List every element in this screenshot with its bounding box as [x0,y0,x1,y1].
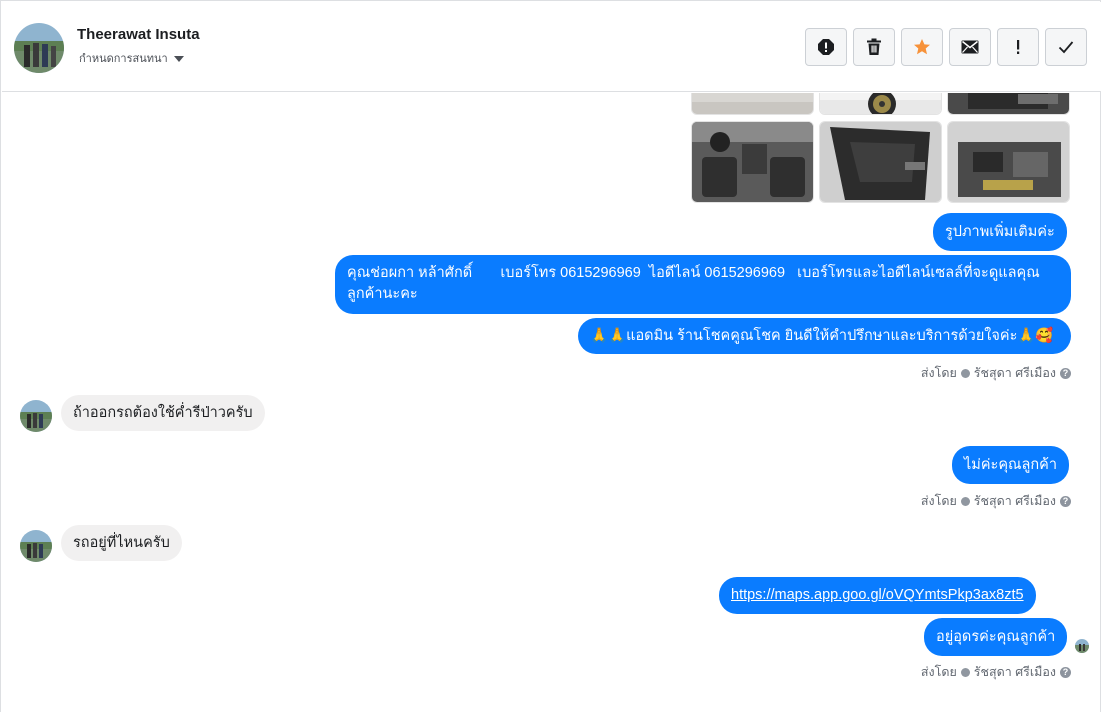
conversation-panel: Theerawat Insuta กำหนดการสนทนา รูปภาพเพิ… [0,0,1101,712]
message-text: ถ้าออกรถต้องใช้ค่ำรีป่าวครับ [73,404,253,421]
report-spam-icon [817,38,835,56]
message-bubble-outgoing[interactable]: คุณช่อผกา หล้าศักดิ์ เบอร์โทร 0615296969… [335,255,1071,314]
sent-by-prefix: ส่งโดย [920,494,957,508]
mark-done-button[interactable] [1045,28,1087,66]
sent-by-agent: รัชสุดา ศรีเมือง [973,366,1056,380]
message-bubble-outgoing[interactable]: ไม่ค่ะคุณลูกค้า [952,446,1069,484]
trash-icon [866,38,882,56]
agent-status-icon [960,496,970,506]
check-icon [1058,40,1074,54]
map-link[interactable]: https://maps.app.goo.gl/oVQYmtsPkp3ax8zt… [731,585,1024,606]
photo-attachment[interactable] [819,93,942,115]
message-text: คุณช่อผกา หล้าศักดิ์ เบอร์โทร 0615296969… [347,265,1040,302]
seen-avatar [1075,639,1089,653]
help-icon[interactable]: ? [1060,367,1071,379]
message-text: รูปภาพเพิ่มเติมค่ะ [945,223,1055,240]
sent-by-agent: รัชสุดา ศรีเมือง [973,665,1056,679]
message-bubble-outgoing[interactable]: รูปภาพเพิ่มเติมค่ะ [933,213,1067,251]
conversation-header: Theerawat Insuta กำหนดการสนทนา [2,2,1101,92]
star-icon [913,38,931,56]
photo-attachment[interactable] [691,121,814,203]
message-text: ไม่ค่ะคุณลูกค้า [964,456,1057,473]
sent-by-label: ส่งโดย รัชสุดา ศรีเมือง ? [921,662,1071,682]
message-bubble-incoming[interactable]: ถ้าออกรถต้องใช้ค่ำรีป่าวครับ [61,395,265,431]
sent-by-prefix: ส่งโดย [920,665,957,679]
mail-icon [961,40,979,54]
message-bubble-outgoing[interactable]: อยู่อุดรค่ะคุณลูกค้า [924,618,1068,656]
help-icon[interactable]: ? [1060,666,1071,678]
action-toolbar [805,28,1087,66]
message-text: 🙏🙏แอดมิน ร้านโชคคูณโชค ยินดีให้คำปรึกษาแ… [590,327,1054,344]
photo-attachment[interactable] [691,93,814,115]
sent-by-agent: รัชสุดา ศรีเมือง [973,494,1056,508]
star-button[interactable] [901,28,943,66]
agent-status-icon [960,667,970,677]
follow-up-icon [1015,39,1021,55]
photo-attachment[interactable] [947,121,1070,203]
follow-up-button[interactable] [997,28,1039,66]
sent-by-label: ส่งโดย รัชสุดา ศรีเมือง ? [921,491,1071,511]
photo-attachment[interactable] [947,93,1070,115]
sent-by-prefix: ส่งโดย [920,366,957,380]
agent-status-icon [960,368,970,378]
message-thread: รูปภาพเพิ่มเติมค่ะ คุณช่อผกา หล้าศักดิ์ … [2,93,1101,713]
report-spam-button[interactable] [805,28,847,66]
contact-avatar[interactable] [14,23,64,73]
message-bubble-outgoing[interactable]: https://maps.app.goo.gl/oVQYmtsPkp3ax8zt… [719,577,1036,614]
sent-by-label: ส่งโดย รัชสุดา ศรีเมือง ? [921,363,1071,383]
help-icon[interactable]: ? [1060,495,1071,507]
contact-avatar-small[interactable] [20,400,52,432]
caret-down-icon [173,55,184,62]
assign-label: กำหนดการสนทนา [79,53,168,65]
assign-conversation-dropdown[interactable]: กำหนดการสนทนา [79,49,184,67]
contact-avatar-small[interactable] [20,530,52,562]
message-text: รถอยู่ที่ไหนครับ [73,534,170,551]
message-text: อยู่อุดรค่ะคุณลูกค้า [936,628,1056,645]
mark-unread-button[interactable] [949,28,991,66]
message-bubble-outgoing[interactable]: 🙏🙏แอดมิน ร้านโชคคูณโชค ยินดีให้คำปรึกษาแ… [578,318,1071,354]
delete-button[interactable] [853,28,895,66]
photo-attachment[interactable] [819,121,942,203]
contact-name: Theerawat Insuta [77,26,200,43]
message-bubble-incoming[interactable]: รถอยู่ที่ไหนครับ [61,525,182,561]
